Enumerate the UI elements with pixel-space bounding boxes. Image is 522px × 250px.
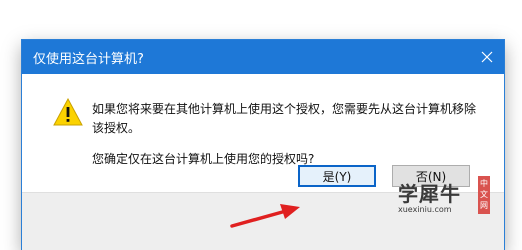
close-icon bbox=[481, 51, 493, 63]
dialog-title: 仅使用这台计算机? bbox=[33, 52, 144, 67]
watermark-url: xuexiniu.com bbox=[398, 205, 452, 214]
dialog-question: 您确定仅在这台计算机上使用您的授权吗? bbox=[92, 152, 315, 166]
watermark-text: 学犀牛 bbox=[398, 182, 461, 206]
watermark-tag: 中 文 网 bbox=[478, 176, 490, 214]
screen: 仅使用这台计算机? 如果您将来要在其他计算机上使用这个授权，您需要先从这台计算机… bbox=[0, 0, 522, 250]
red-arrow-annotation bbox=[230, 204, 300, 228]
dialog-message: 如果您将来要在其他计算机上使用这个授权，您需要先从这台计算机移除该授权。 bbox=[92, 102, 477, 135]
dialog-titlebar: 仅使用这台计算机? bbox=[22, 40, 504, 74]
close-button[interactable] bbox=[470, 40, 504, 74]
yes-button[interactable]: 是(Y) bbox=[298, 165, 376, 187]
warning-triangle-icon bbox=[53, 98, 83, 126]
watermark-tag-char: 中 bbox=[480, 179, 488, 188]
watermark-tag-char: 网 bbox=[480, 201, 488, 210]
watermark-logo: 学犀牛 xuexiniu.com 中 文 网 bbox=[398, 176, 490, 216]
watermark-tag-char: 文 bbox=[480, 190, 488, 199]
